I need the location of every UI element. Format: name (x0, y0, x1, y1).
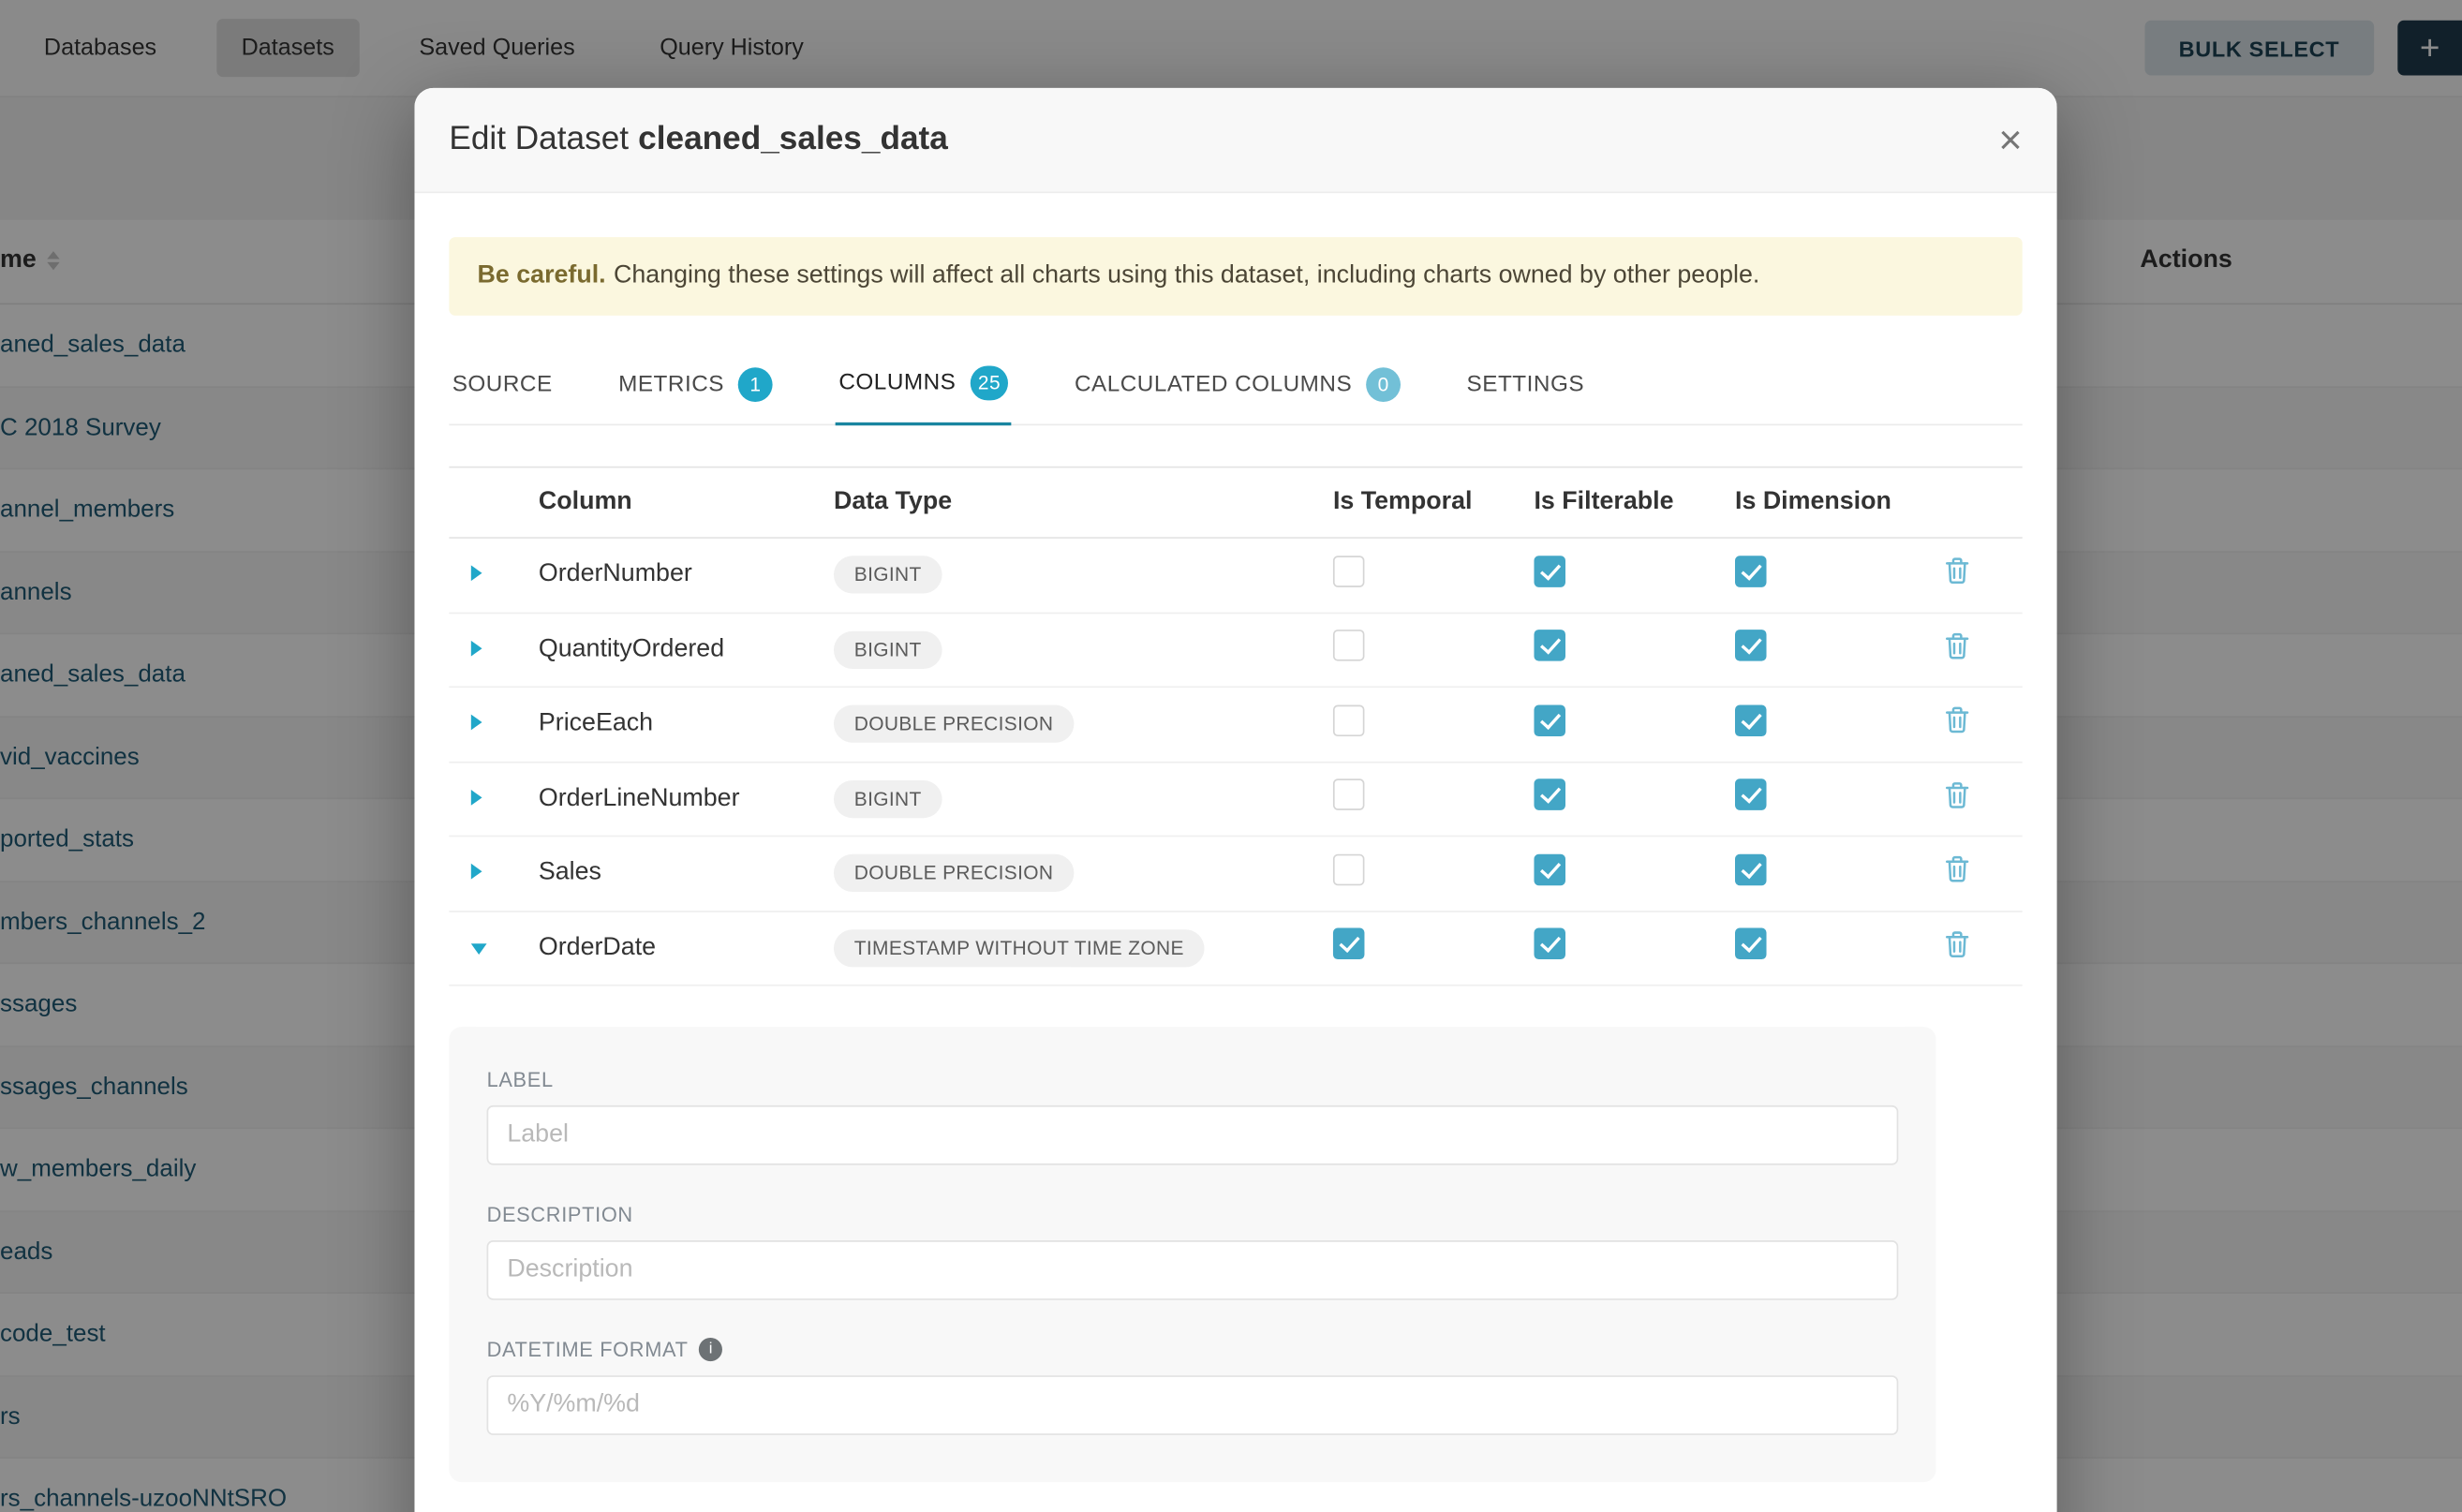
columns-table: Column Data Type Is Temporal Is Filterab… (449, 467, 2022, 986)
label-field-label: LABEL (487, 1068, 1899, 1091)
tab-source-label: SOURCE (452, 371, 553, 396)
column-name: PriceEach (539, 710, 834, 738)
is-filterable-checkbox[interactable] (1534, 704, 1565, 736)
tab-settings[interactable]: SETTINGS (1463, 350, 1587, 424)
expand-caret-icon[interactable] (471, 864, 482, 880)
expand-caret-icon[interactable] (471, 715, 482, 731)
is-dimension-checkbox[interactable] (1735, 630, 1767, 662)
is-temporal-checkbox[interactable] (1333, 853, 1365, 885)
is-dimension-checkbox[interactable] (1735, 853, 1767, 885)
label-input[interactable] (487, 1105, 1899, 1165)
description-field-group: DESCRIPTION (487, 1203, 1899, 1300)
column-row: OrderLineNumber BIGINT (449, 763, 2022, 838)
is-dimension-checkbox[interactable] (1735, 928, 1767, 960)
is-filterable-checkbox[interactable] (1534, 928, 1565, 960)
modal-tabs: SOURCE METRICS 1 COLUMNS 25 CALCULATED C… (449, 350, 2022, 425)
is-temporal-checkbox[interactable] (1333, 779, 1365, 811)
page: Databases Datasets Saved Queries Query H… (0, 0, 2462, 1512)
is-temporal-checkbox[interactable] (1333, 556, 1365, 587)
warning-text: Changing these settings will affect all … (614, 262, 1759, 289)
data-type-pill: DOUBLE PRECISION (834, 854, 1074, 892)
header-data-type: Data Type (834, 488, 1333, 516)
data-type-pill: BIGINT (834, 556, 942, 594)
modal-header: Edit Datasetcleaned_sales_data × (414, 88, 2056, 193)
datetime-format-label-text: DATETIME FORMAT (487, 1338, 689, 1361)
data-type-pill: DOUBLE PRECISION (834, 705, 1074, 743)
delete-icon[interactable] (1946, 632, 1969, 667)
is-dimension-checkbox[interactable] (1735, 704, 1767, 736)
data-type-pill: BIGINT (834, 780, 942, 818)
columns-table-header: Column Data Type Is Temporal Is Filterab… (449, 467, 2022, 539)
tab-metrics[interactable]: METRICS 1 (616, 350, 777, 424)
columns-count-badge: 25 (970, 366, 1008, 401)
data-type-pill: BIGINT (834, 630, 942, 668)
is-filterable-checkbox[interactable] (1534, 779, 1565, 811)
column-name: QuantityOrdered (539, 635, 834, 663)
tab-metrics-label: METRICS (618, 371, 724, 396)
is-filterable-checkbox[interactable] (1534, 556, 1565, 587)
tab-source[interactable]: SOURCE (449, 350, 556, 424)
column-editor-panel: LABEL DESCRIPTION DATETIME FORMAT (449, 1027, 1935, 1482)
column-row: OrderDate TIMESTAMP WITHOUT TIME ZONE (449, 912, 2022, 986)
is-temporal-checkbox[interactable] (1333, 630, 1365, 662)
metrics-count-badge: 1 (738, 366, 773, 401)
column-row: OrderNumber BIGINT (449, 539, 2022, 614)
info-icon[interactable] (699, 1338, 722, 1361)
expand-caret-icon[interactable] (471, 790, 482, 806)
header-is-dimension: Is Dimension (1735, 488, 1936, 516)
data-type-pill: TIMESTAMP WITHOUT TIME ZONE (834, 929, 1205, 967)
header-is-temporal: Is Temporal (1333, 488, 1535, 516)
column-name: OrderDate (539, 934, 834, 962)
datetime-format-field-label: DATETIME FORMAT (487, 1338, 1899, 1361)
warning-banner: Be careful. Changing these settings will … (449, 237, 2022, 316)
datetime-format-input[interactable] (487, 1375, 1899, 1435)
is-temporal-checkbox[interactable] (1333, 928, 1365, 960)
warning-bold-text: Be careful. (478, 262, 606, 289)
column-name: Sales (539, 859, 834, 887)
label-field-group: LABEL (487, 1068, 1899, 1165)
expand-caret-icon[interactable] (471, 640, 482, 656)
header-is-filterable: Is Filterable (1534, 488, 1735, 516)
datetime-format-field-group: DATETIME FORMAT (487, 1338, 1899, 1435)
column-row: QuantityOrdered BIGINT (449, 613, 2022, 688)
modal-body: Be careful. Changing these settings will … (414, 193, 2056, 1482)
edit-dataset-modal: Edit Datasetcleaned_sales_data × Be care… (414, 88, 2056, 1512)
tab-calculated-columns-label: CALCULATED COLUMNS (1075, 371, 1352, 396)
modal-title-prefix: Edit Dataset (449, 121, 629, 157)
delete-icon[interactable] (1946, 781, 1969, 816)
delete-icon[interactable] (1946, 930, 1969, 965)
is-dimension-checkbox[interactable] (1735, 556, 1767, 587)
tab-settings-label: SETTINGS (1467, 371, 1585, 396)
tab-calculated-columns[interactable]: CALCULATED COLUMNS 0 (1072, 350, 1404, 424)
delete-icon[interactable] (1946, 707, 1969, 742)
tab-columns[interactable]: COLUMNS 25 (836, 350, 1012, 425)
description-field-label: DESCRIPTION (487, 1203, 1899, 1226)
column-name: OrderNumber (539, 561, 834, 589)
header-column: Column (539, 488, 834, 516)
description-input[interactable] (487, 1240, 1899, 1300)
expand-caret-icon[interactable] (471, 566, 482, 582)
close-icon[interactable]: × (1998, 119, 2022, 160)
column-name: OrderLineNumber (539, 785, 834, 813)
is-filterable-checkbox[interactable] (1534, 853, 1565, 885)
column-row: PriceEach DOUBLE PRECISION (449, 688, 2022, 763)
delete-icon[interactable] (1946, 856, 1969, 891)
is-temporal-checkbox[interactable] (1333, 704, 1365, 736)
modal-title-dataset-name: cleaned_sales_data (638, 121, 948, 157)
tab-columns-label: COLUMNS (838, 371, 956, 396)
delete-icon[interactable] (1946, 557, 1969, 592)
is-filterable-checkbox[interactable] (1534, 630, 1565, 662)
modal-title: Edit Datasetcleaned_sales_data (449, 121, 947, 158)
calculated-columns-count-badge: 0 (1366, 366, 1401, 401)
column-row: Sales DOUBLE PRECISION (449, 837, 2022, 912)
is-dimension-checkbox[interactable] (1735, 779, 1767, 811)
collapse-caret-icon[interactable] (471, 943, 487, 955)
